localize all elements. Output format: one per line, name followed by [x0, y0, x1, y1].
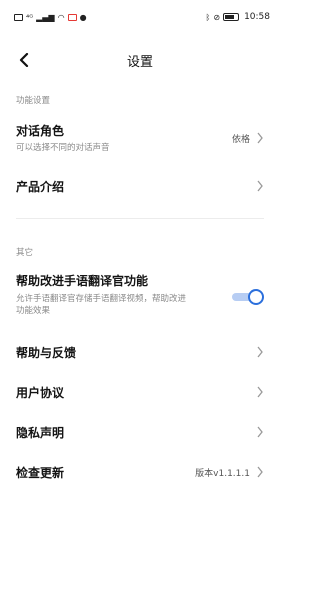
section-divider	[16, 218, 264, 219]
back-arrow-icon	[19, 53, 29, 67]
chevron-right-icon	[257, 132, 263, 144]
toggle-knob	[248, 289, 264, 305]
user-agreement-row[interactable]: 用户协议	[0, 378, 280, 406]
improve-feature-subtitle-1: 允许手语翻译官存储手语翻译视频，帮助改进	[16, 294, 187, 304]
mute-icon: ⊘	[213, 12, 221, 22]
status-time: 10:58	[244, 12, 270, 22]
wifi-icon: ◠	[57, 12, 65, 22]
navigation-bar: 设置	[0, 42, 280, 78]
status-right: ᛒ ⊘ 10:58	[206, 12, 270, 22]
sim-icon	[14, 13, 23, 21]
chevron-right-icon	[257, 386, 263, 398]
version-value: 版本v1.1.1.1	[195, 468, 250, 479]
dialog-role-subtitle: 可以选择不同的对话声音	[16, 143, 110, 153]
privacy-statement-title: 隐私声明	[16, 425, 65, 440]
dialog-role-row[interactable]: 对话角色 可以选择不同的对话声音 依格	[0, 118, 280, 158]
check-update-title: 检查更新	[16, 465, 65, 480]
help-feedback-title: 帮助与反馈	[16, 345, 77, 360]
bluetooth-icon: ᛒ	[205, 12, 211, 22]
notification-icon	[67, 13, 77, 21]
network-icon: ⁴ᴳ	[26, 12, 34, 22]
check-update-row[interactable]: 检查更新 版本v1.1.1.1	[0, 458, 280, 486]
section-label-other: 其它	[16, 248, 34, 258]
status-bar: ⁴ᴳ ▂▄▆ ◠ ● ᛒ ⊘ 10:58	[0, 0, 280, 34]
section-label-function: 功能设置	[16, 96, 51, 106]
status-left: ⁴ᴳ ▂▄▆ ◠ ●	[14, 13, 87, 22]
help-feedback-row[interactable]: 帮助与反馈	[0, 338, 280, 366]
chevron-right-icon	[257, 180, 263, 192]
message-icon: ●	[79, 12, 87, 22]
chevron-right-icon	[257, 426, 263, 438]
page-title: 设置	[126, 54, 153, 70]
product-intro-row[interactable]: 产品介绍	[0, 172, 280, 200]
dialog-role-title: 对话角色	[16, 124, 65, 138]
improve-feature-title: 帮助改进手语翻译官功能	[16, 274, 149, 288]
product-intro-title: 产品介绍	[16, 179, 65, 194]
improve-feature-row: 帮助改进手语翻译官功能 允许手语翻译官存储手语翻译视频，帮助改进 功能效果	[0, 272, 280, 322]
improve-feature-toggle[interactable]	[232, 289, 264, 305]
privacy-statement-row[interactable]: 隐私声明	[0, 418, 280, 446]
user-agreement-title: 用户协议	[16, 385, 65, 400]
improve-feature-subtitle-2: 功能效果	[16, 306, 51, 316]
dialog-role-value: 依格	[231, 134, 250, 145]
chevron-right-icon	[257, 466, 263, 478]
chevron-right-icon	[257, 346, 263, 358]
battery-icon	[223, 13, 240, 21]
signal-icon: ▂▄▆	[36, 12, 55, 22]
back-button[interactable]	[14, 50, 34, 70]
